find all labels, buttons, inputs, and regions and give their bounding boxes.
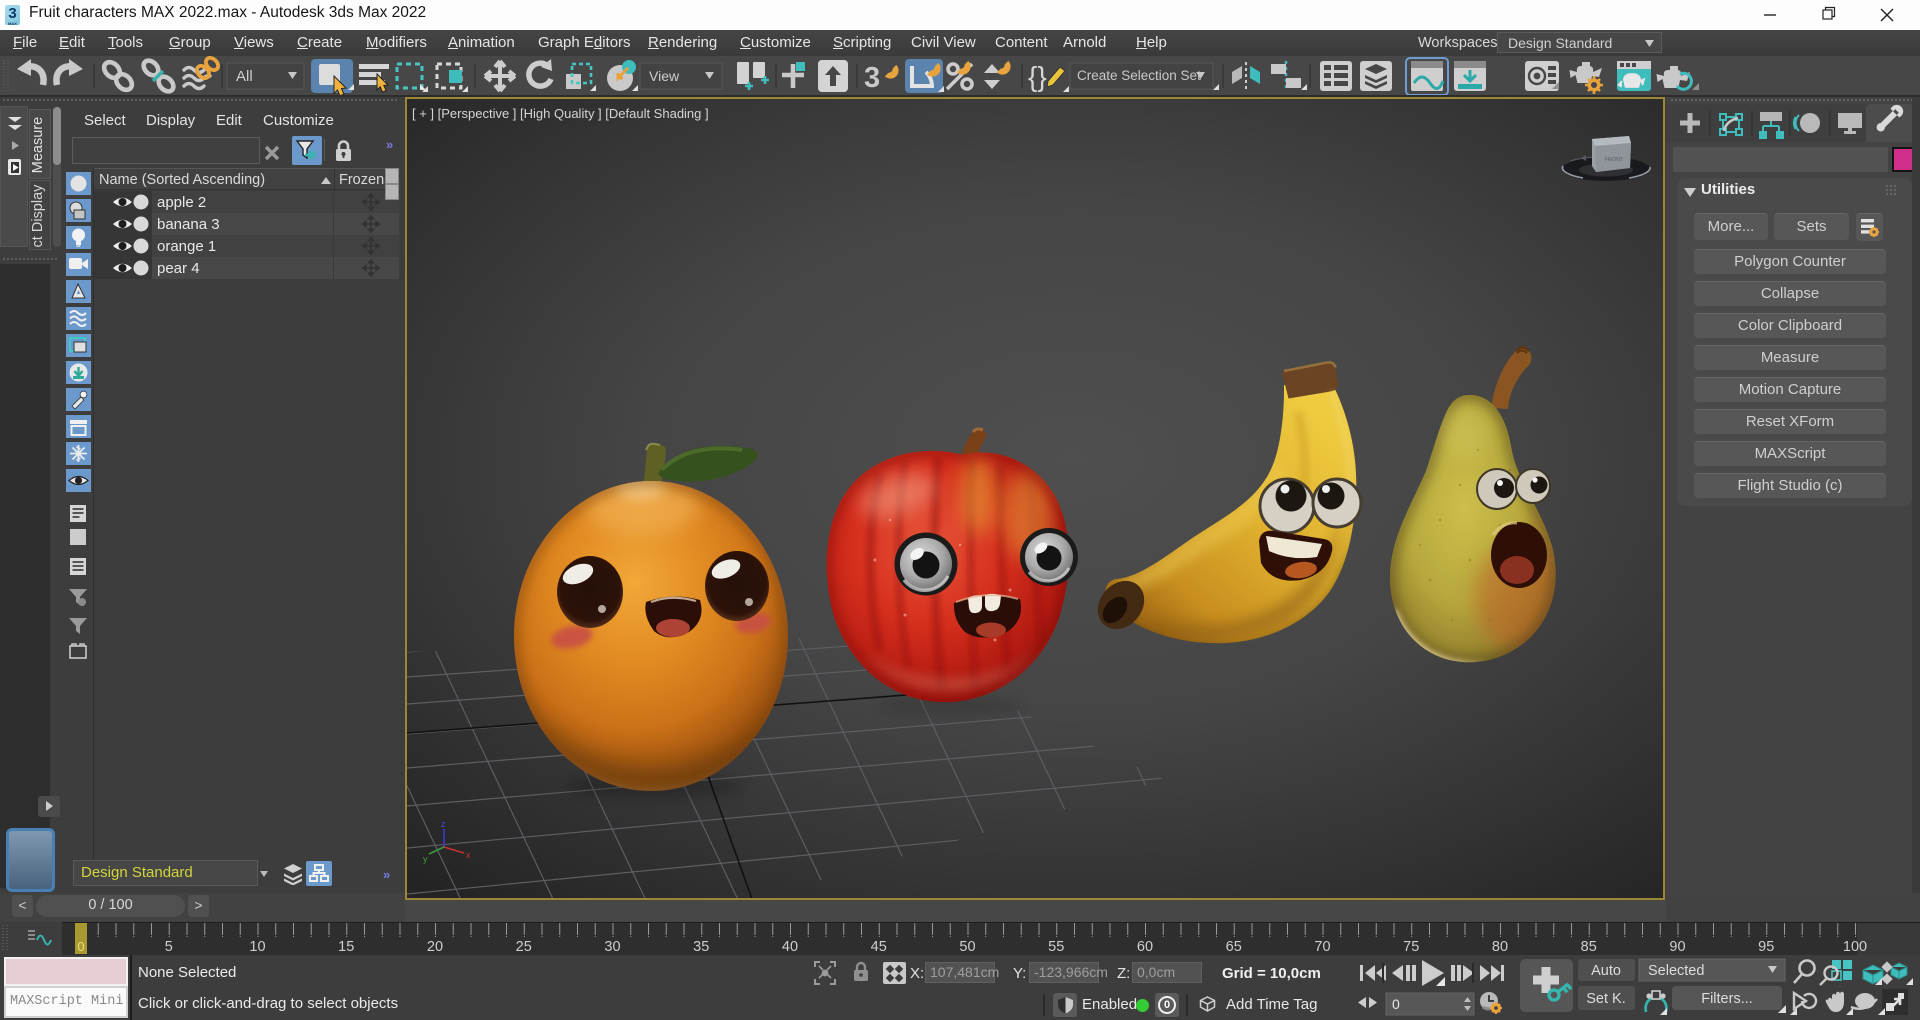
svg-text:5: 5 [165,939,173,955]
svg-text:Auto: Auto [1591,963,1621,979]
svg-text:25: 25 [516,939,532,955]
svg-text:z: z [441,819,446,829]
svg-text:75: 75 [1403,939,1419,955]
svg-text:50: 50 [959,939,975,955]
svg-text:Selected: Selected [1648,963,1704,979]
svg-text:30: 30 [604,939,620,955]
svg-text:Create Selection Set: Create Selection Set [1077,68,1201,83]
svg-text:View: View [649,68,680,84]
svg-text:{}: {} [1028,61,1047,92]
svg-text:40: 40 [782,939,798,955]
svg-text:y: y [423,854,428,864]
svg-text:35: 35 [693,939,709,955]
svg-text:90: 90 [1669,939,1685,955]
svg-text:0: 0 [1392,996,1400,1012]
svg-text:Filters...: Filters... [1701,991,1753,1007]
svg-text:95: 95 [1758,939,1774,955]
svg-text:3: 3 [864,62,880,94]
svg-text:15: 15 [338,939,354,955]
svg-text:60: 60 [1137,939,1153,955]
svg-text:45: 45 [871,939,887,955]
svg-text:100: 100 [1843,939,1867,955]
svg-text:0: 0 [77,939,84,954]
svg-text:[ + ] [Perspective ] [High Qua: [ + ] [Perspective ] [High Quality ] [De… [412,106,709,121]
svg-text:All: All [236,68,253,85]
svg-text:70: 70 [1314,939,1330,955]
svg-text:65: 65 [1226,939,1242,955]
svg-text:80: 80 [1492,939,1508,955]
svg-text:Set K.: Set K. [1586,991,1626,1007]
svg-text:FRONT: FRONT [1605,157,1625,163]
svg-text:55: 55 [1048,939,1064,955]
svg-text:x: x [466,850,471,860]
svg-text:20: 20 [427,939,443,955]
svg-text:10: 10 [249,939,265,955]
svg-text:85: 85 [1581,939,1597,955]
